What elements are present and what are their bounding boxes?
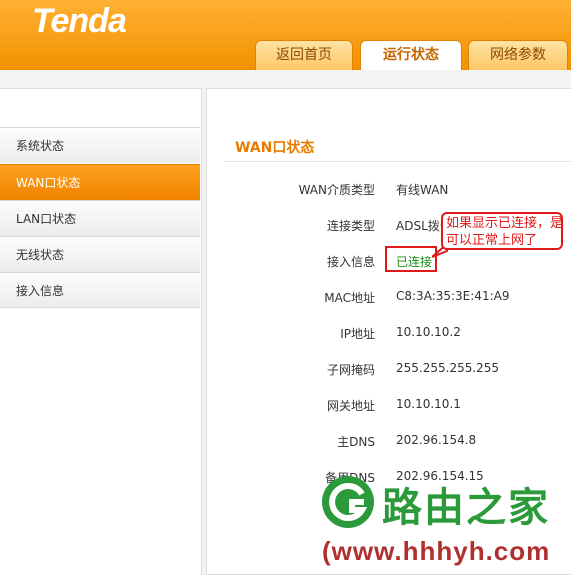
watermark-url: (www.hhhyh.com <box>322 536 551 566</box>
sidebar-item-wireless-status[interactable]: 无线状态 <box>0 236 200 272</box>
gateway-label: 网关地址 <box>326 399 375 413</box>
sidebar-item-system-status[interactable]: 系统状态 <box>0 127 200 163</box>
wan-media-type-label: WAN介质类型 <box>298 183 375 197</box>
header-bar: Tenda 返回首页 运行状态 网络参数 <box>0 0 571 70</box>
mac-address-label: MAC地址 <box>324 291 375 305</box>
sidebar-item-access-info[interactable]: 接入信息 <box>0 272 200 308</box>
tab-running-status[interactable]: 运行状态 <box>360 40 462 70</box>
sidebar: 系统状态 WAN口状态 LAN口状态 无线状态 接入信息 <box>0 88 202 575</box>
watermark-brand: 路由之家 <box>382 485 550 531</box>
title-divider <box>225 161 571 162</box>
access-info-label: 接入信息 <box>326 255 375 269</box>
primary-dns-label: 主DNS <box>337 435 375 449</box>
sidebar-item-wan-status[interactable]: WAN口状态 <box>0 164 200 200</box>
annotation-callout: 如果显示已连接，是可以正常上网了 <box>441 212 563 250</box>
subnet-mask-label: 子网掩码 <box>326 363 375 377</box>
connection-type-label: 连接类型 <box>326 219 375 233</box>
subnet-mask-value: 255.255.255.255 <box>396 361 500 375</box>
wan-media-type-value: 有线WAN <box>396 183 449 197</box>
gateway-value: 10.10.10.1 <box>396 397 461 411</box>
annotation-text: 如果显示已连接，是可以正常上网了 <box>446 216 564 248</box>
tenda-logo: Tenda <box>32 2 127 40</box>
mac-address-value: C8:3A:35:3E:41:A9 <box>396 289 510 303</box>
connected-highlight-box <box>385 246 437 272</box>
ip-address-value: 10.10.10.2 <box>396 325 461 339</box>
watermark-logo-icon <box>322 476 374 528</box>
sidebar-item-lan-status[interactable]: LAN口状态 <box>0 200 200 236</box>
primary-dns-value: 202.96.154.8 <box>396 433 477 447</box>
tab-network-params[interactable]: 网络参数 <box>468 40 568 70</box>
tab-home[interactable]: 返回首页 <box>255 40 353 70</box>
page-title: WAN口状态 <box>235 140 315 156</box>
ip-address-label: IP地址 <box>340 327 375 341</box>
